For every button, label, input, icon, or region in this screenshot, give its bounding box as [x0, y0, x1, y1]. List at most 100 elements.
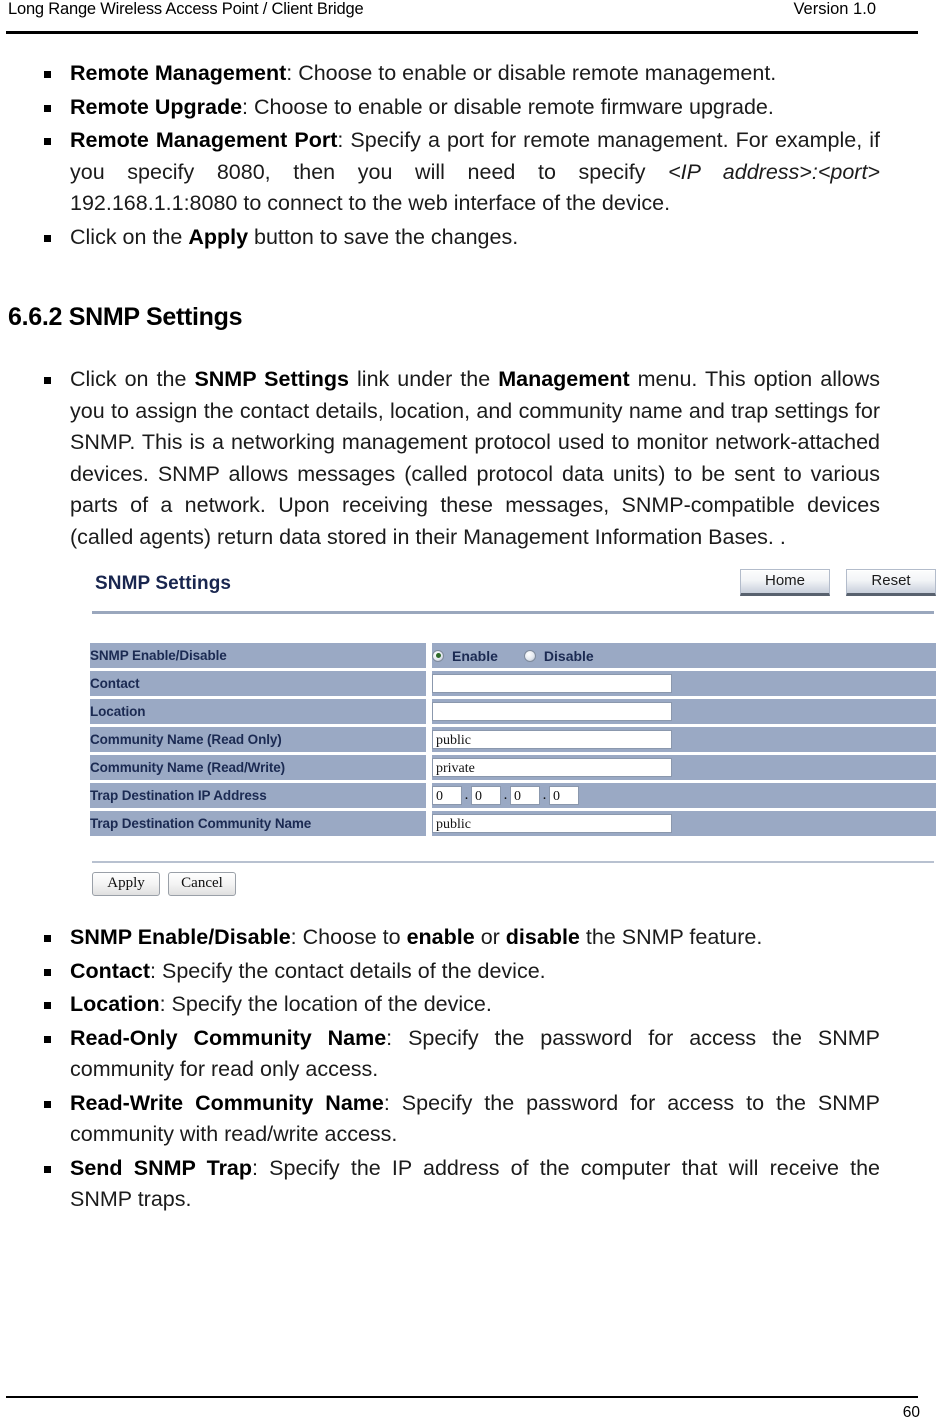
table-row: Trap Destination IP Address 0. 0. 0. 0: [90, 783, 936, 808]
reset-button[interactable]: Reset: [846, 569, 936, 596]
text-run: : Choose to: [290, 925, 407, 949]
setting-label: Community Name (Read/Write): [90, 755, 426, 780]
text-run: Click on the: [70, 224, 189, 249]
text-run: Read-Only Community Name: [70, 1025, 387, 1050]
page-number: 60: [902, 1404, 920, 1421]
panel-title: SNMP Settings: [95, 573, 232, 594]
table-row: Contact: [90, 671, 936, 696]
setting-label: Community Name (Read Only): [90, 727, 426, 752]
table-row: SNMP Enable/Disable Enable Disable: [90, 643, 936, 668]
setting-label: Contact: [90, 671, 426, 696]
bullet-item: Send SNMP Trap: Specify the IP address o…: [0, 1153, 936, 1216]
setting-label: Trap Destination IP Address: [90, 783, 426, 808]
text-input[interactable]: private: [432, 758, 672, 777]
text-run: Management: [498, 367, 630, 391]
bullet-item: Remote Management Port: Specify a port f…: [0, 125, 936, 220]
text-run: the SNMP feature.: [579, 925, 763, 949]
page-content: Remote Management: Choose to enable or d…: [0, 58, 936, 1218]
text-input[interactable]: public: [432, 730, 672, 749]
panel-nav-buttons: Home Reset: [740, 569, 936, 596]
bullet-item: Click on the Apply button to save the ch…: [0, 222, 936, 254]
trap-ip-address-group: 0.0.0.0: [432, 786, 936, 805]
text-run: Apply: [188, 224, 249, 249]
text-run: enable: [406, 925, 475, 949]
radio-option-disable[interactable]: Disable: [523, 647, 594, 664]
text-input[interactable]: [432, 702, 672, 721]
home-button[interactable]: Home: [740, 569, 830, 596]
bullet-list-remote-management: Remote Management: Choose to enable or d…: [0, 58, 936, 253]
bullet-item: Click on the SNMP Settings link under th…: [0, 364, 936, 553]
ip-octet-input-2[interactable]: 0: [471, 786, 501, 805]
table-row: Community Name (Read/Write) private: [90, 755, 936, 780]
setting-label: Location: [90, 699, 426, 724]
table-row: Trap Destination Community Name public: [90, 811, 936, 836]
text-run: button to save the changes.: [248, 224, 519, 249]
radio-button-icon[interactable]: [523, 649, 536, 662]
header-version: Version 1.0: [793, 0, 876, 18]
setting-value: Enable Disable: [432, 643, 936, 668]
text-run: menu. This option allows you to assign t…: [70, 367, 880, 549]
setting-value: 0.0.0.0: [432, 783, 936, 808]
cancel-button[interactable]: Cancel: [168, 872, 236, 896]
apply-button[interactable]: Apply: [92, 872, 160, 896]
text-run: link under the: [349, 367, 499, 391]
radio-option-label: Enable: [452, 647, 498, 664]
setting-label: SNMP Enable/Disable: [90, 643, 426, 668]
ip-octet-separator: .: [464, 787, 469, 803]
setting-value: public: [432, 727, 936, 752]
bullet-item: SNMP Enable/Disable: Choose to enable or…: [0, 922, 936, 954]
bullet-item: Read-Only Community Name: Specify the pa…: [0, 1023, 936, 1086]
text-run: : Choose to enable or disable remote man…: [286, 61, 777, 85]
text-run: or: [474, 925, 506, 949]
text-run: Contact: [70, 958, 151, 983]
running-header: Long Range Wireless Access Point / Clien…: [8, 0, 928, 34]
header-divider: [6, 31, 918, 34]
bullet-item: Read-Write Community Name: Specify the p…: [0, 1088, 936, 1151]
bullet-item: Remote Upgrade: Choose to enable or disa…: [0, 92, 936, 124]
ip-octet-input-3[interactable]: 0: [510, 786, 540, 805]
footer-divider: [6, 1396, 918, 1398]
text-run: : Specify the location of the device.: [159, 992, 492, 1016]
panel-topbar: SNMP Settings Home Reset: [90, 565, 936, 609]
table-row: Location: [90, 699, 936, 724]
bullet-item: Remote Management: Choose to enable or d…: [0, 58, 936, 90]
text-run: Location: [70, 992, 160, 1016]
radio-option-enable[interactable]: Enable: [432, 648, 498, 664]
panel-action-buttons: Apply Cancel: [90, 863, 936, 896]
setting-label: Trap Destination Community Name: [90, 811, 426, 836]
setting-value: public: [432, 811, 936, 836]
text-run: SNMP Enable/Disable: [70, 925, 291, 949]
text-run: <IP address>:<port>: [668, 159, 880, 184]
text-run: Send SNMP Trap: [70, 1155, 253, 1180]
ip-octet-input-4[interactable]: 0: [549, 786, 579, 805]
ip-octet-separator: .: [503, 787, 508, 803]
text-run: Click on the: [70, 367, 195, 391]
setting-value: private: [432, 755, 936, 780]
radio-option-label: Disable: [543, 647, 594, 664]
text-run: : Specify the contact details of the dev…: [150, 958, 546, 983]
text-run: Remote Management Port: [70, 128, 338, 152]
text-run: 192.168.1.1:8080 to connect to the web i…: [70, 191, 671, 215]
ip-octet-input-1[interactable]: 0: [432, 786, 462, 805]
setting-value: [432, 671, 936, 696]
section-heading: 6.6.2 SNMP Settings: [8, 303, 243, 331]
radio-button-icon[interactable]: [432, 649, 444, 662]
text-run: Remote Upgrade: [70, 94, 243, 119]
ip-octet-separator: .: [542, 787, 547, 803]
header-document-title: Long Range Wireless Access Point / Clien…: [8, 0, 364, 18]
text-run: SNMP Settings: [194, 367, 349, 391]
table-row: Community Name (Read Only) public: [90, 727, 936, 752]
bullet-item: Location: Specify the location of the de…: [0, 989, 936, 1021]
snmp-settings-panel: SNMP Settings Home Reset SNMP Enable/Dis…: [90, 565, 936, 896]
text-run: Remote Management: [70, 61, 287, 85]
bullet-item: Contact: Specify the contact details of …: [0, 956, 936, 988]
text-run: disable: [505, 925, 580, 949]
text-run: Read-Write Community Name: [70, 1090, 384, 1115]
snmp-settings-table: SNMP Enable/Disable Enable Disable Contact L…: [90, 640, 936, 839]
text-input[interactable]: public: [432, 814, 672, 833]
text-run: : Choose to enable or disable remote fir…: [242, 94, 774, 119]
bullet-list-snmp-intro: Click on the SNMP Settings link under th…: [0, 364, 936, 553]
text-input[interactable]: [432, 674, 672, 693]
bullet-list-snmp-fields: SNMP Enable/Disable: Choose to enable or…: [0, 922, 936, 1216]
snmp-enable-radio-group: Enable Disable: [432, 648, 936, 664]
